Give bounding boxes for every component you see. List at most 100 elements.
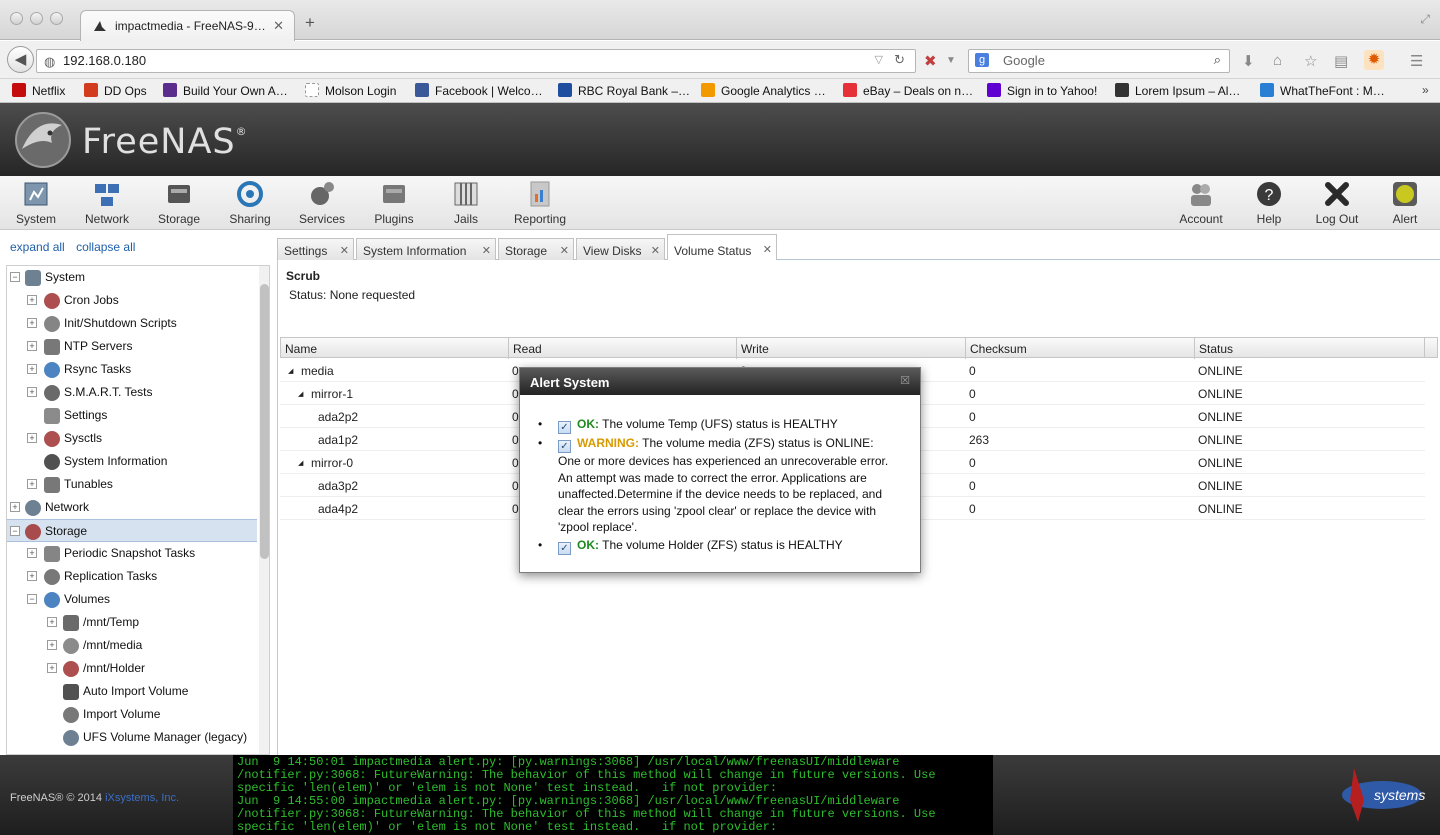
tree-item-replication-tasks[interactable]: + Replication Tasks — [7, 565, 257, 588]
network-button[interactable]: Network — [71, 180, 143, 226]
reader-icon[interactable]: ▤ — [1334, 52, 1348, 70]
search-icon[interactable]: ⌕ — [1214, 52, 1221, 68]
close-tab-icon[interactable]: ✕ — [763, 243, 772, 256]
column-header[interactable]: Name — [285, 342, 317, 356]
alert-checkbox[interactable]: ✓ — [558, 440, 571, 453]
expand-icon[interactable]: + — [27, 571, 37, 581]
expand-icon[interactable]: + — [27, 318, 37, 328]
log-out-button[interactable]: Log Out — [1301, 180, 1373, 226]
tree-item-import-volume[interactable]: Import Volume — [7, 703, 257, 726]
tree-item-sysctls[interactable]: + Sysctls — [7, 427, 257, 450]
reload-icon[interactable]: ↻ — [894, 52, 905, 68]
bookmark-item[interactable]: Sign in to Yahoo! — [987, 83, 1097, 98]
close-window-button[interactable] — [10, 12, 23, 25]
tree-item-periodic-snapshot-tasks[interactable]: + Periodic Snapshot Tasks — [7, 542, 257, 565]
expand-icon[interactable]: + — [27, 364, 37, 374]
tree-item-system[interactable]: − System — [7, 266, 257, 289]
bookmark-item[interactable]: Facebook | Welco… — [415, 83, 543, 98]
tab-view-disks[interactable]: View Disks ✕ — [576, 238, 665, 261]
bookmark-item[interactable]: Build Your Own A… — [163, 83, 288, 98]
expand-icon[interactable]: + — [27, 341, 37, 351]
tree-item-init-shutdown-scripts[interactable]: + Init/Shutdown Scripts — [7, 312, 257, 335]
url-dropdown-icon[interactable]: ▽ — [875, 53, 883, 66]
column-divider[interactable] — [965, 338, 966, 359]
column-divider[interactable] — [736, 338, 737, 359]
firebug-icon[interactable]: ✹ — [1364, 50, 1384, 70]
url-bar[interactable]: ◍ 192.168.0.180 ▽ ↻ — [36, 49, 916, 73]
column-header[interactable]: Checksum — [970, 342, 1027, 356]
column-header[interactable]: Read — [513, 342, 542, 356]
collapse-icon[interactable]: − — [10, 526, 20, 536]
menu-icon[interactable]: ☰ — [1410, 52, 1423, 70]
tree-item-auto-import-volume[interactable]: Auto Import Volume — [7, 680, 257, 703]
tree-item-cron-jobs[interactable]: + Cron Jobs — [7, 289, 257, 312]
sharing-button[interactable]: Sharing — [214, 180, 286, 226]
expand-icon[interactable]: + — [47, 640, 57, 650]
alert-button[interactable]: Alert — [1369, 180, 1440, 226]
expand-icon[interactable]: + — [27, 479, 37, 489]
expand-all-link[interactable]: expand all — [10, 240, 65, 254]
more-bookmarks-icon[interactable]: » — [1422, 83, 1429, 97]
browser-tab[interactable]: impactmedia - FreeNAS-9… ✕ — [80, 10, 295, 41]
tree-item-volumes[interactable]: − Volumes — [7, 588, 257, 611]
tree-item-mnt-media[interactable]: + /mnt/media — [7, 634, 257, 657]
close-tab-icon[interactable]: ✕ — [560, 244, 569, 257]
history-dropdown-icon[interactable]: ▼ — [946, 55, 956, 66]
tree-item-network[interactable]: + Network — [7, 496, 257, 519]
bookmark-item[interactable]: eBay – Deals on n… — [843, 83, 973, 98]
bookmark-item[interactable]: DD Ops — [84, 83, 147, 98]
column-divider[interactable] — [508, 338, 509, 359]
tree-item-s-m-a-r-t-tests[interactable]: + S.M.A.R.T. Tests — [7, 381, 257, 404]
bookmark-item[interactable]: RBC Royal Bank –… — [558, 83, 690, 98]
tree-item-mnt-holder[interactable]: + /mnt/Holder — [7, 657, 257, 680]
close-tab-icon[interactable]: ✕ — [340, 244, 349, 257]
bookmark-item[interactable]: Google Analytics … — [701, 83, 826, 98]
tree-item-storage[interactable]: − Storage — [7, 519, 257, 542]
column-divider[interactable] — [1194, 338, 1195, 359]
new-tab-icon[interactable]: + — [305, 13, 315, 33]
close-tab-icon[interactable]: ✕ — [482, 244, 491, 257]
expand-icon[interactable]: + — [27, 433, 37, 443]
column-header[interactable]: Status — [1199, 342, 1233, 356]
expand-icon[interactable]: + — [47, 617, 57, 627]
tab-system-information[interactable]: System Information ✕ — [356, 238, 496, 261]
tab-settings[interactable]: Settings ✕ — [277, 238, 354, 261]
tree-item-settings[interactable]: Settings — [7, 404, 257, 427]
bookmark-item[interactable]: Molson Login — [305, 83, 396, 98]
close-tab-icon[interactable]: ✕ — [651, 244, 660, 257]
bookmark-star-icon[interactable]: ☆ — [1304, 52, 1317, 70]
search-box[interactable]: g Google ⌕ — [968, 49, 1230, 73]
alert-checkbox[interactable]: ✓ — [558, 541, 571, 555]
expand-icon[interactable]: + — [27, 295, 37, 305]
expand-arrow-icon[interactable]: ◢ — [298, 459, 303, 467]
tree-item-mnt-temp[interactable]: + /mnt/Temp — [7, 611, 257, 634]
tree-item-ufs-volume-manager-legacy[interactable]: UFS Volume Manager (legacy) — [7, 726, 257, 749]
tree-item-rsync-tasks[interactable]: + Rsync Tasks — [7, 358, 257, 381]
bookmark-item[interactable]: Netflix — [12, 83, 65, 98]
expand-icon[interactable]: + — [27, 387, 37, 397]
stop-icon[interactable]: ✖ — [924, 52, 937, 70]
fullscreen-icon[interactable]: ⤢ — [1420, 12, 1430, 27]
jails-button[interactable]: Jails — [430, 180, 502, 226]
collapse-icon[interactable]: − — [27, 594, 37, 604]
close-tab-icon[interactable]: ✕ — [273, 18, 284, 34]
help-button[interactable]: ? Help — [1233, 180, 1305, 226]
bookmark-item[interactable]: Lorem Ipsum – Al… — [1115, 83, 1240, 98]
back-button[interactable]: ◀ — [7, 46, 34, 73]
services-button[interactable]: Services — [286, 180, 358, 226]
bookmark-item[interactable]: WhatTheFont : M… — [1260, 83, 1385, 98]
tree-item-ntp-servers[interactable]: + NTP Servers — [7, 335, 257, 358]
tab-storage[interactable]: Storage ✕ — [498, 238, 574, 261]
expand-arrow-icon[interactable]: ◢ — [288, 367, 293, 375]
expand-arrow-icon[interactable]: ◢ — [298, 390, 303, 398]
account-button[interactable]: Account — [1165, 180, 1237, 226]
collapse-all-link[interactable]: collapse all — [76, 240, 135, 254]
tab-volume-status[interactable]: Volume Status ✕ — [667, 234, 777, 261]
close-icon[interactable]: ☒ — [900, 374, 910, 387]
collapse-icon[interactable]: − — [10, 272, 20, 282]
home-icon[interactable]: ⌂ — [1273, 52, 1282, 69]
download-icon[interactable]: ⬇ — [1242, 52, 1255, 70]
expand-icon[interactable]: + — [27, 548, 37, 558]
minimize-window-button[interactable] — [30, 12, 43, 25]
reporting-button[interactable]: Reporting — [504, 180, 576, 226]
